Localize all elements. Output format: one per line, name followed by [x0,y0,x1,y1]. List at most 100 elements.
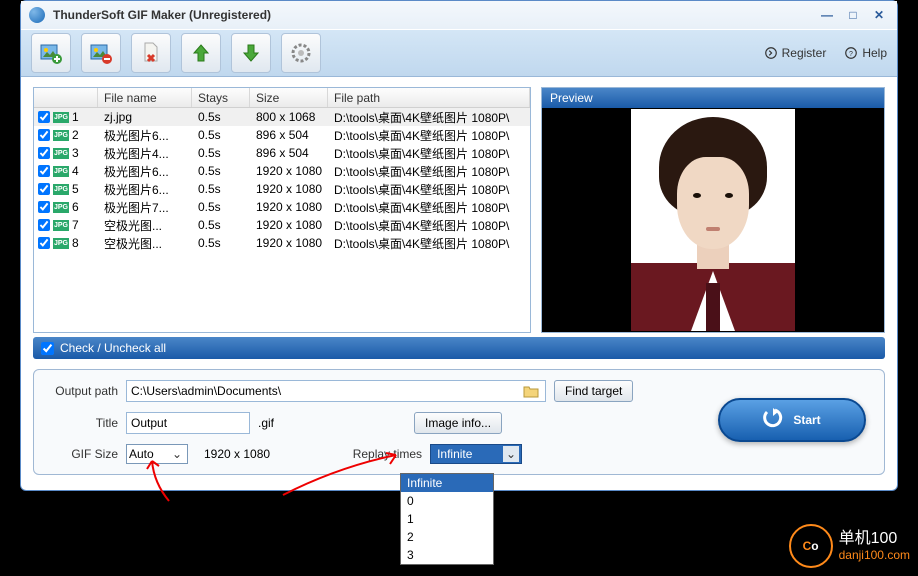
cell-filepath: D:\tools\桌面\4K壁纸图片 1080P\ [328,181,530,198]
image-info-button[interactable]: Image info... [414,412,502,434]
replay-times-select[interactable]: Infinite⌄ [430,444,522,464]
cell-stays: 0.5s [192,146,250,160]
row-checkbox[interactable] [38,237,50,249]
cell-size: 1920 x 1080 [250,218,328,232]
dropdown-option[interactable]: 1 [401,510,493,528]
cell-stays: 0.5s [192,110,250,124]
output-path-label: Output path [46,384,118,398]
table-row[interactable]: JPG1zj.jpg0.5s800 x 1068D:\tools\桌面\4K壁纸… [34,108,530,126]
cell-stays: 0.5s [192,236,250,250]
watermark-cn: 单机100 [839,529,910,548]
dropdown-option[interactable]: Infinite [401,474,493,492]
preview-panel: Preview [541,87,885,333]
start-button[interactable]: Start [718,398,866,442]
output-path-field[interactable] [131,381,521,401]
table-row[interactable]: JPG8空极光图...0.5s1920 x 1080D:\tools\桌面\4K… [34,234,530,252]
watermark-url: danji100.com [839,548,910,562]
cell-filename: 极光图片6... [98,163,192,180]
cell-filepath: D:\tools\桌面\4K壁纸图片 1080P\ [328,235,530,252]
check-all-bar[interactable]: Check / Uncheck all [33,337,885,359]
gif-size-select[interactable]: Auto⌄ [126,444,188,464]
row-checkbox[interactable] [38,219,50,231]
cell-filepath: D:\tools\桌面\4K壁纸图片 1080P\ [328,217,530,234]
col-size[interactable]: Size [250,88,328,107]
dropdown-option[interactable]: 2 [401,528,493,546]
title-ext: .gif [258,416,274,430]
cell-filepath: D:\tools\桌面\4K壁纸图片 1080P\ [328,127,530,144]
row-checkbox[interactable] [38,183,50,195]
check-all-checkbox[interactable] [41,342,54,355]
settings-button[interactable] [281,33,321,73]
cell-size: 1920 x 1080 [250,236,328,250]
jpg-icon: JPG [53,148,69,159]
gif-size-dims: 1920 x 1080 [204,447,270,461]
col-filename[interactable]: File name [98,88,192,107]
row-checkbox[interactable] [38,147,50,159]
minimize-button[interactable]: — [817,8,837,22]
titlebar: ThunderSoft GIF Maker (Unregistered) — □… [21,1,897,29]
chevron-down-icon: ⌄ [503,446,519,462]
cell-filename: 极光图片4... [98,145,192,162]
row-checkbox[interactable] [38,129,50,141]
check-all-label: Check / Uncheck all [60,341,166,355]
list-header: File name Stays Size File path [34,88,530,108]
cell-size: 896 x 504 [250,146,328,160]
row-checkbox[interactable] [38,165,50,177]
jpg-icon: JPG [53,220,69,231]
move-up-button[interactable] [181,33,221,73]
table-row[interactable]: JPG2极光图片6...0.5s896 x 504D:\tools\桌面\4K壁… [34,126,530,144]
browse-folder-icon[interactable] [521,382,541,400]
cell-size: 896 x 504 [250,128,328,142]
register-link[interactable]: Register [764,46,827,60]
table-row[interactable]: JPG5极光图片6...0.5s1920 x 1080D:\tools\桌面\4… [34,180,530,198]
cell-stays: 0.5s [192,200,250,214]
output-path-input[interactable] [126,380,546,402]
watermark-logo: Co [789,524,833,568]
replay-label: Replay times [344,447,422,461]
cell-size: 1920 x 1080 [250,182,328,196]
close-button[interactable]: ✕ [869,8,889,22]
cell-stays: 0.5s [192,164,250,178]
move-down-button[interactable] [231,33,271,73]
col-filepath[interactable]: File path [328,88,530,107]
delete-file-button[interactable] [131,33,171,73]
cell-stays: 0.5s [192,128,250,142]
cell-filename: 极光图片6... [98,181,192,198]
maximize-button[interactable]: □ [843,8,863,22]
jpg-icon: JPG [53,238,69,249]
cell-filepath: D:\tools\桌面\4K壁纸图片 1080P\ [328,199,530,216]
chevron-down-icon: ⌄ [169,447,185,461]
cell-stays: 0.5s [192,218,250,232]
app-window: ThunderSoft GIF Maker (Unregistered) — □… [20,0,898,491]
col-stays[interactable]: Stays [192,88,250,107]
dropdown-option[interactable]: 3 [401,546,493,564]
jpg-icon: JPG [53,130,69,141]
find-target-button[interactable]: Find target [554,380,633,402]
table-row[interactable]: JPG4极光图片6...0.5s1920 x 1080D:\tools\桌面\4… [34,162,530,180]
row-checkbox[interactable] [38,201,50,213]
cell-stays: 0.5s [192,182,250,196]
cell-filename: 极光图片6... [98,127,192,144]
table-row[interactable]: JPG6极光图片7...0.5s1920 x 1080D:\tools\桌面\4… [34,198,530,216]
preview-image [542,108,884,332]
add-image-button[interactable] [31,33,71,73]
title-label: Title [46,416,118,430]
table-row[interactable]: JPG3极光图片4...0.5s896 x 504D:\tools\桌面\4K壁… [34,144,530,162]
cell-filepath: D:\tools\桌面\4K壁纸图片 1080P\ [328,145,530,162]
preview-label: Preview [542,88,884,108]
table-row[interactable]: JPG7空极光图...0.5s1920 x 1080D:\tools\桌面\4K… [34,216,530,234]
row-checkbox[interactable] [38,111,50,123]
dropdown-option[interactable]: 0 [401,492,493,510]
help-link[interactable]: ?Help [844,46,887,60]
remove-image-button[interactable] [81,33,121,73]
options-panel: Output path Find target Title .gif Image… [33,369,885,475]
cell-size: 1920 x 1080 [250,200,328,214]
cell-filepath: D:\tools\桌面\4K壁纸图片 1080P\ [328,109,530,126]
svg-text:?: ? [849,51,853,58]
watermark: Co 单机100 danji100.com [789,524,910,568]
replay-dropdown[interactable]: Infinite0123 [400,473,494,565]
title-input[interactable] [126,412,250,434]
cell-size: 800 x 1068 [250,110,328,124]
file-list: File name Stays Size File path JPG1zj.jp… [33,87,531,333]
cell-filename: 空极光图... [98,217,192,234]
